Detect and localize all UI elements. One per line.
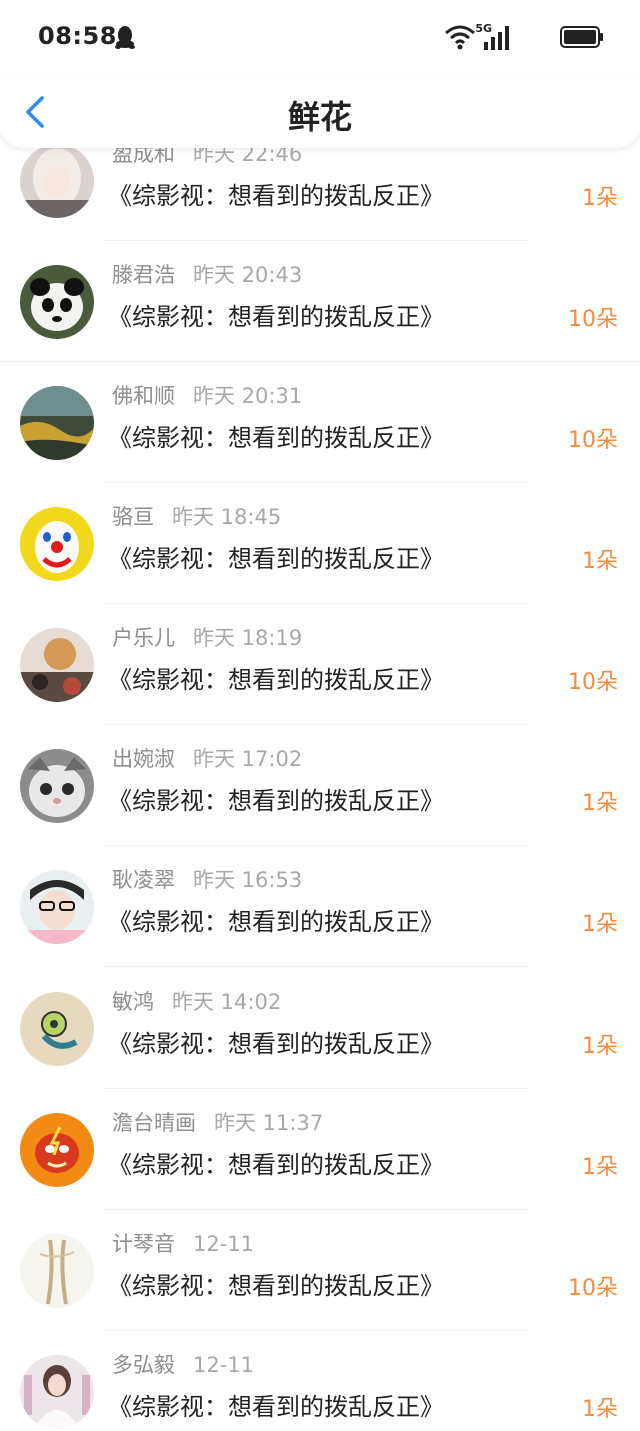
avatar-cartoon-icon [20, 992, 94, 1066]
list-item[interactable]: 骆亘 昨天 18:45 《综影视：想看到的拨乱反正》 1朵 [0, 483, 640, 604]
user-avatar[interactable] [20, 628, 94, 702]
status-time: 08:58 [38, 22, 117, 50]
user-avatar[interactable] [20, 870, 94, 944]
book-title: 《综影视：想看到的拨乱反正》 [108, 666, 444, 694]
sender-name: 澹台晴画 [112, 1111, 196, 1135]
send-time: 昨天 17:02 [193, 747, 303, 771]
sender-name: 佛和顺 [112, 384, 175, 408]
avatar-sketch-icon [20, 1234, 94, 1308]
flower-count: 10朵 [568, 428, 618, 453]
book-title: 《综影视：想看到的拨乱反正》 [108, 545, 444, 573]
user-avatar[interactable] [20, 144, 94, 218]
nav-bar: 鲜花 [0, 76, 640, 148]
flower-count: 1朵 [582, 912, 618, 937]
flower-count: 1朵 [582, 791, 618, 816]
list-item[interactable]: 滕君浩 昨天 20:43 《综影视：想看到的拨乱反正》 10朵 [0, 241, 640, 362]
book-title: 《综影视：想看到的拨乱反正》 [108, 424, 444, 452]
send-time: 昨天 20:43 [193, 263, 303, 287]
user-avatar[interactable] [20, 265, 94, 339]
avatar-landscape-icon [20, 386, 94, 460]
signal-strength-icon [484, 26, 509, 50]
sender-name: 骆亘 [112, 505, 154, 529]
sender-name: 敏鸿 [112, 990, 154, 1014]
flower-count: 10朵 [568, 307, 618, 332]
sender-name: 多弘毅 [112, 1353, 175, 1377]
book-title: 《综影视：想看到的拨乱反正》 [108, 1393, 444, 1421]
user-avatar[interactable] [20, 1113, 94, 1187]
send-time: 12-11 [193, 1232, 255, 1256]
user-avatar[interactable] [20, 1355, 94, 1429]
book-title: 《综影视：想看到的拨乱反正》 [108, 1151, 444, 1179]
book-title: 《综影视：想看到的拨乱反正》 [108, 1272, 444, 1300]
qq-penguin-icon [115, 26, 135, 49]
book-title: 《综影视：想看到的拨乱反正》 [108, 303, 444, 331]
sender-name: 耿凌翠 [112, 868, 175, 892]
user-avatar[interactable] [20, 507, 94, 581]
status-bar: 08:58 5G [0, 0, 640, 76]
list-item[interactable]: 多弘毅 12-11 《综影视：想看到的拨乱反正》 1朵 [0, 1331, 640, 1431]
flower-count: 1朵 [582, 549, 618, 574]
wifi-icon [445, 25, 475, 50]
list-item[interactable]: 佛和顺 昨天 20:31 《综影视：想看到的拨乱反正》 10朵 [0, 362, 640, 483]
avatar-clown-icon [20, 507, 94, 581]
send-time: 昨天 11:37 [214, 1111, 324, 1135]
send-time: 昨天 16:53 [193, 868, 303, 892]
page-title: 鲜花 [287, 98, 352, 136]
avatar-art-icon [20, 628, 94, 702]
avatar-cat-icon [20, 749, 94, 823]
sender-name: 出婉淑 [112, 747, 175, 771]
book-title: 《综影视：想看到的拨乱反正》 [108, 908, 444, 936]
avatar-girl-icon [20, 144, 94, 218]
list-item[interactable]: 出婉淑 昨天 17:02 《综影视：想看到的拨乱反正》 1朵 [0, 725, 640, 846]
list-item[interactable]: 户乐儿 昨天 18:19 《综影视：想看到的拨乱反正》 10朵 [0, 604, 640, 725]
sender-name: 户乐儿 [112, 626, 175, 650]
user-avatar[interactable] [20, 992, 94, 1066]
battery-icon [560, 26, 603, 48]
divider [104, 966, 528, 967]
flower-count: 10朵 [568, 670, 618, 695]
list-item[interactable]: 澹台晴画 昨天 11:37 《综影视：想看到的拨乱反正》 1朵 [0, 1089, 640, 1210]
status-indicators: 5G [404, 22, 604, 52]
book-title: 《综影视：想看到的拨乱反正》 [108, 1030, 444, 1058]
list-item[interactable]: 耿凌翠 昨天 16:53 《综影视：想看到的拨乱反正》 1朵 [0, 846, 640, 967]
list-item[interactable]: 敏鸿 昨天 14:02 《综影视：想看到的拨乱反正》 1朵 [0, 968, 640, 1089]
sender-name: 滕君浩 [112, 263, 175, 287]
send-time: 12-11 [193, 1353, 255, 1377]
send-time: 昨天 18:19 [193, 626, 303, 650]
sender-name: 计琴音 [112, 1232, 175, 1256]
flower-count: 1朵 [582, 186, 618, 211]
avatar-boy-icon [20, 870, 94, 944]
send-time: 昨天 14:02 [172, 990, 282, 1014]
flower-count: 10朵 [568, 1276, 618, 1301]
send-time: 昨天 20:31 [193, 384, 303, 408]
avatar-panda-icon [20, 265, 94, 339]
book-title: 《综影视：想看到的拨乱反正》 [108, 787, 444, 815]
flower-count: 1朵 [582, 1155, 618, 1180]
user-avatar[interactable] [20, 1234, 94, 1308]
flower-count: 1朵 [582, 1397, 618, 1422]
avatar-woman-icon [20, 1355, 94, 1429]
avatar-mascot-icon [20, 1113, 94, 1187]
send-time: 昨天 18:45 [172, 505, 282, 529]
user-avatar[interactable] [20, 386, 94, 460]
flower-count: 1朵 [582, 1034, 618, 1059]
user-avatar[interactable] [20, 749, 94, 823]
list-item[interactable]: 计琴音 12-11 《综影视：想看到的拨乱反正》 10朵 [0, 1210, 640, 1331]
book-title: 《综影视：想看到的拨乱反正》 [108, 182, 444, 210]
